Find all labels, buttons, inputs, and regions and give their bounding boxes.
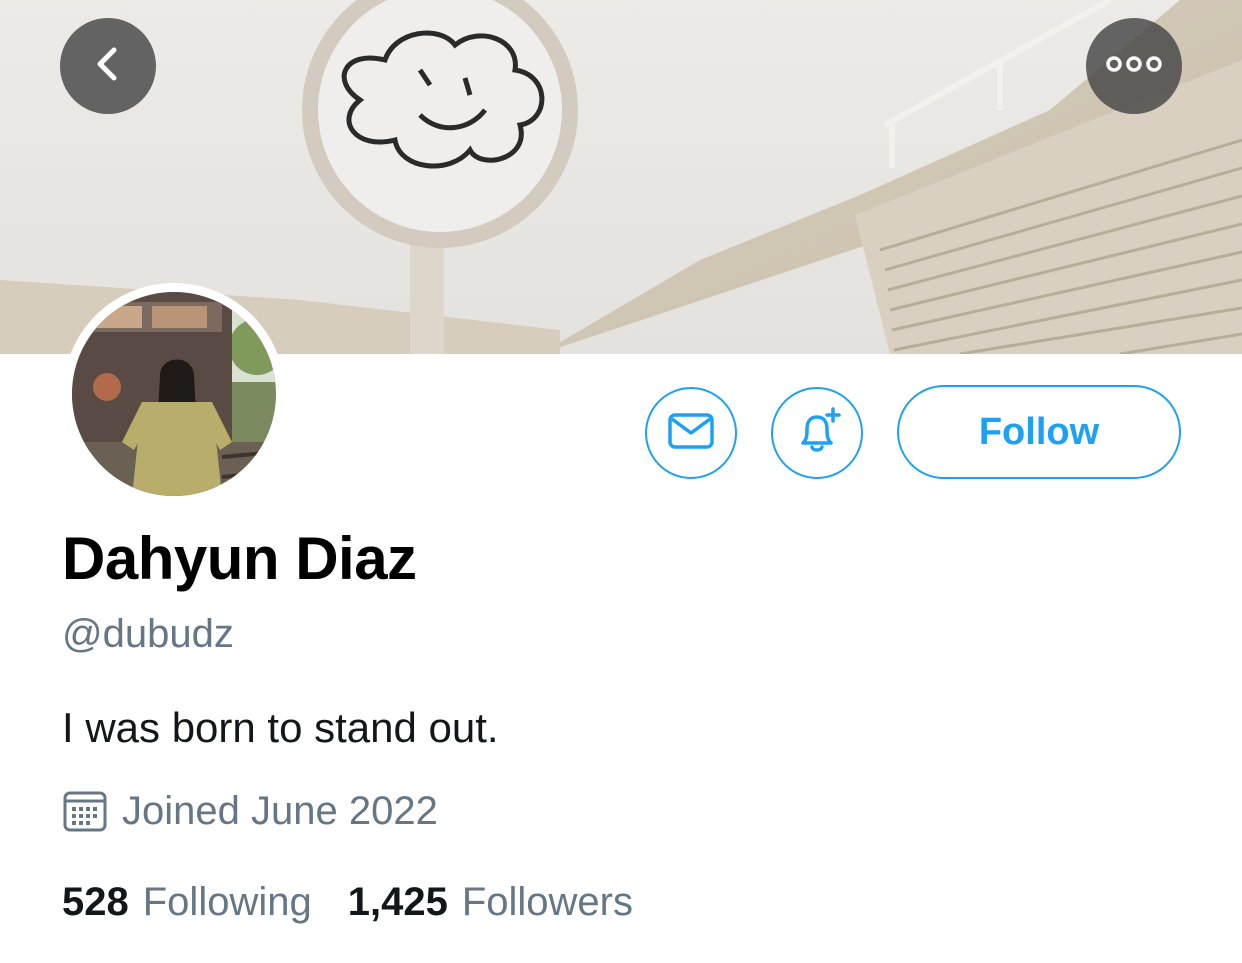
envelope-icon [667, 411, 715, 456]
profile-page: Follow Dahyun Diaz @dubudz I was born to… [0, 0, 1242, 963]
joined-date-text: Joined June 2022 [122, 788, 438, 833]
following-count: 528 [62, 880, 129, 924]
follow-stats: 528 Following 1,425 Followers [62, 880, 633, 925]
joined-date-row: Joined June 2022 [62, 788, 438, 834]
following-label: Following [142, 880, 312, 924]
username-handle: @dubudz [62, 612, 234, 656]
followers-label: Followers [461, 880, 633, 924]
bell-plus-icon [791, 405, 843, 462]
back-button[interactable] [60, 18, 156, 114]
more-options-button[interactable] [1086, 18, 1182, 114]
message-button[interactable] [645, 387, 737, 479]
follow-button[interactable]: Follow [897, 385, 1181, 479]
followers-count: 1,425 [347, 880, 448, 924]
avatar-image [72, 292, 276, 496]
more-horizontal-icon [1106, 54, 1162, 79]
followers-link[interactable]: 1,425 Followers [348, 880, 633, 925]
chevron-left-icon [88, 44, 128, 89]
calendar-icon [62, 788, 108, 834]
notifications-button[interactable] [771, 387, 863, 479]
following-link[interactable]: 528 Following [62, 880, 312, 925]
avatar[interactable] [63, 283, 285, 505]
profile-bio: I was born to stand out. [62, 704, 499, 751]
display-name: Dahyun Diaz [62, 525, 417, 592]
